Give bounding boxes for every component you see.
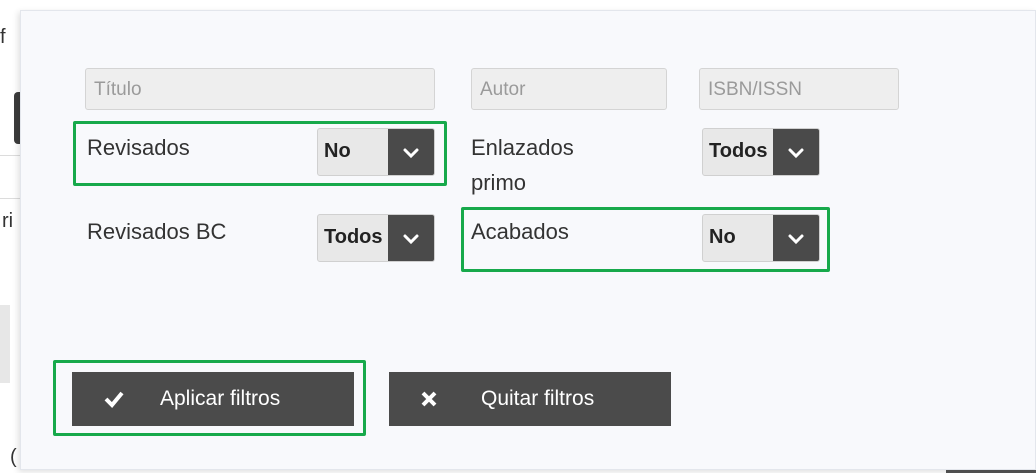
isbn-issn-input[interactable] bbox=[699, 68, 899, 110]
x-icon bbox=[421, 391, 437, 407]
revisados-bc-dropdown-button[interactable] bbox=[388, 215, 434, 261]
background-divider bbox=[0, 155, 22, 156]
filter-panel: Revisados No Enlazados primo Todos Revis… bbox=[20, 10, 1036, 470]
background-block bbox=[0, 305, 10, 383]
background-text-fragment: ( bbox=[10, 446, 17, 468]
revisados-bc-select[interactable]: Todos bbox=[317, 214, 435, 262]
enlazados-primo-label-line1: Enlazados bbox=[471, 135, 574, 160]
apply-filters-highlight bbox=[53, 360, 366, 436]
enlazados-primo-select-value: Todos bbox=[709, 140, 768, 162]
revisados-highlight bbox=[73, 121, 447, 186]
autor-input[interactable] bbox=[471, 68, 667, 110]
clear-filters-label: Quitar filtros bbox=[481, 387, 595, 410]
chevron-down-icon bbox=[788, 148, 804, 159]
background-text-fragment: ri bbox=[2, 210, 14, 232]
titulo-input[interactable] bbox=[85, 68, 435, 110]
enlazados-primo-label-line2: primo bbox=[471, 170, 527, 195]
acabados-highlight bbox=[461, 207, 830, 272]
revisados-bc-select-value: Todos bbox=[324, 226, 383, 248]
background-text-fragment: f bbox=[0, 26, 6, 48]
background-strip bbox=[0, 0, 22, 473]
enlazados-primo-dropdown-button[interactable] bbox=[773, 129, 819, 175]
background-divider bbox=[0, 198, 22, 199]
chevron-down-icon bbox=[403, 234, 419, 245]
clear-filters-button[interactable]: Quitar filtros bbox=[389, 372, 671, 426]
revisados-bc-label: Revisados BC bbox=[87, 219, 227, 244]
enlazados-primo-select[interactable]: Todos bbox=[702, 128, 820, 176]
